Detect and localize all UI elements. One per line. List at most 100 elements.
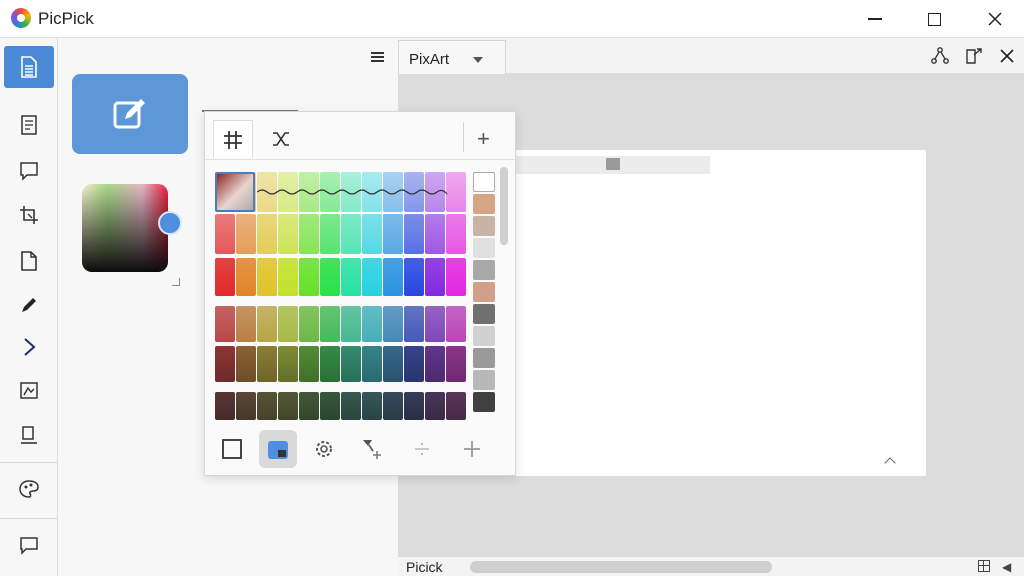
sidebar-item-pen[interactable] <box>4 284 54 326</box>
color-swatch[interactable] <box>362 346 382 382</box>
color-swatch[interactable] <box>425 306 445 342</box>
color-swatch[interactable] <box>425 258 445 296</box>
sidebar-item-palette[interactable] <box>4 468 54 510</box>
color-swatch[interactable] <box>341 306 361 342</box>
color-swatch[interactable] <box>320 392 340 420</box>
neutral-swatch[interactable] <box>473 194 495 214</box>
color-swatch[interactable] <box>215 258 235 296</box>
sidebar-item-pointer[interactable] <box>4 326 54 368</box>
maximize-button[interactable] <box>911 0 957 38</box>
color-swatch[interactable] <box>299 346 319 382</box>
color-swatch[interactable] <box>446 346 466 382</box>
color-swatch[interactable] <box>257 258 277 296</box>
grid-icon[interactable] <box>978 560 990 572</box>
color-swatch[interactable] <box>320 346 340 382</box>
color-swatch[interactable] <box>236 346 256 382</box>
share-icon[interactable] <box>930 46 950 66</box>
color-swatch[interactable] <box>404 214 424 254</box>
color-swatch[interactable] <box>278 392 298 420</box>
fill-tool-button[interactable] <box>259 430 297 468</box>
color-swatch[interactable] <box>299 306 319 342</box>
color-swatch[interactable] <box>299 258 319 296</box>
color-swatch[interactable] <box>278 346 298 382</box>
color-swatch[interactable] <box>362 258 382 296</box>
neutral-swatch[interactable] <box>473 260 495 280</box>
color-swatch[interactable] <box>425 214 445 254</box>
color-swatch[interactable] <box>215 392 235 420</box>
popup-scrollbar[interactable] <box>500 167 508 417</box>
color-swatch[interactable] <box>215 214 235 254</box>
color-swatch[interactable] <box>341 392 361 420</box>
color-square-picker[interactable] <box>82 184 168 272</box>
brush-tool-button[interactable] <box>353 430 391 468</box>
color-swatch[interactable] <box>299 214 319 254</box>
neutral-swatch[interactable] <box>473 238 495 258</box>
neutral-swatch[interactable] <box>473 370 495 390</box>
color-swatch[interactable] <box>341 214 361 254</box>
neutral-swatch[interactable] <box>473 326 495 346</box>
minimize-button[interactable] <box>852 0 898 38</box>
tab-shuffle[interactable] <box>261 120 301 158</box>
chevron-left-icon[interactable]: ◀ <box>1002 560 1011 574</box>
color-swatch[interactable] <box>362 392 382 420</box>
sidebar-item-comment[interactable] <box>4 524 54 566</box>
scroll-thumb[interactable] <box>500 167 508 245</box>
settings-tool-button[interactable] <box>305 430 343 468</box>
horizontal-scrollbar[interactable] <box>470 561 772 573</box>
sidebar-item-stamp[interactable] <box>4 414 54 456</box>
color-swatch[interactable] <box>257 214 277 254</box>
color-swatch[interactable] <box>446 306 466 342</box>
resize-handle[interactable] <box>172 278 180 286</box>
neutral-swatch[interactable] <box>473 304 495 324</box>
add-palette-button[interactable]: + <box>477 126 490 152</box>
divide-tool-button[interactable] <box>403 430 441 468</box>
tab-grid[interactable] <box>213 120 253 158</box>
close-tab-icon[interactable] <box>997 46 1017 66</box>
color-swatch[interactable] <box>257 392 277 420</box>
sidebar-item-crop[interactable] <box>4 194 54 236</box>
color-swatch[interactable] <box>278 306 298 342</box>
color-swatch[interactable] <box>320 258 340 296</box>
color-swatch[interactable] <box>215 346 235 382</box>
color-swatch[interactable] <box>404 258 424 296</box>
color-swatch[interactable] <box>278 214 298 254</box>
color-swatch[interactable] <box>257 346 277 382</box>
add-tool-button[interactable] <box>453 430 491 468</box>
color-swatch[interactable] <box>257 306 277 342</box>
edit-tile-button[interactable] <box>72 74 188 154</box>
square-tool-button[interactable] <box>213 430 251 468</box>
sidebar-item-file[interactable] <box>4 240 54 282</box>
export-icon[interactable] <box>964 46 984 66</box>
neutral-swatch[interactable] <box>473 392 495 412</box>
color-swatch[interactable] <box>320 214 340 254</box>
color-swatch[interactable] <box>278 258 298 296</box>
color-swatch[interactable] <box>446 214 466 254</box>
color-swatch[interactable] <box>383 346 403 382</box>
color-swatch[interactable] <box>341 346 361 382</box>
color-swatch[interactable] <box>425 392 445 420</box>
sidebar-item-document[interactable] <box>4 46 54 88</box>
color-swatch[interactable] <box>404 346 424 382</box>
tab-pixart[interactable]: PixArt <box>398 40 506 74</box>
color-swatch[interactable] <box>446 258 466 296</box>
color-swatch[interactable] <box>236 214 256 254</box>
sidebar-item-image-edit[interactable] <box>4 370 54 412</box>
sidebar-item-page[interactable] <box>4 104 54 146</box>
color-swatch[interactable] <box>215 306 235 342</box>
color-swatch[interactable] <box>383 306 403 342</box>
color-swatch[interactable] <box>383 214 403 254</box>
color-swatch[interactable] <box>404 392 424 420</box>
color-swatch[interactable] <box>383 392 403 420</box>
color-swatch[interactable] <box>425 346 445 382</box>
neutral-swatch[interactable] <box>473 172 495 192</box>
menu-button[interactable] <box>369 47 389 67</box>
color-swatch[interactable] <box>362 214 382 254</box>
color-swatch[interactable] <box>236 258 256 296</box>
selected-swatch[interactable] <box>215 172 255 212</box>
color-swatch[interactable] <box>320 306 340 342</box>
canvas-page[interactable] <box>514 150 926 476</box>
sidebar-item-speech[interactable] <box>4 150 54 192</box>
color-swatch[interactable] <box>446 392 466 420</box>
color-swatch[interactable] <box>341 258 361 296</box>
color-swatch[interactable] <box>236 306 256 342</box>
